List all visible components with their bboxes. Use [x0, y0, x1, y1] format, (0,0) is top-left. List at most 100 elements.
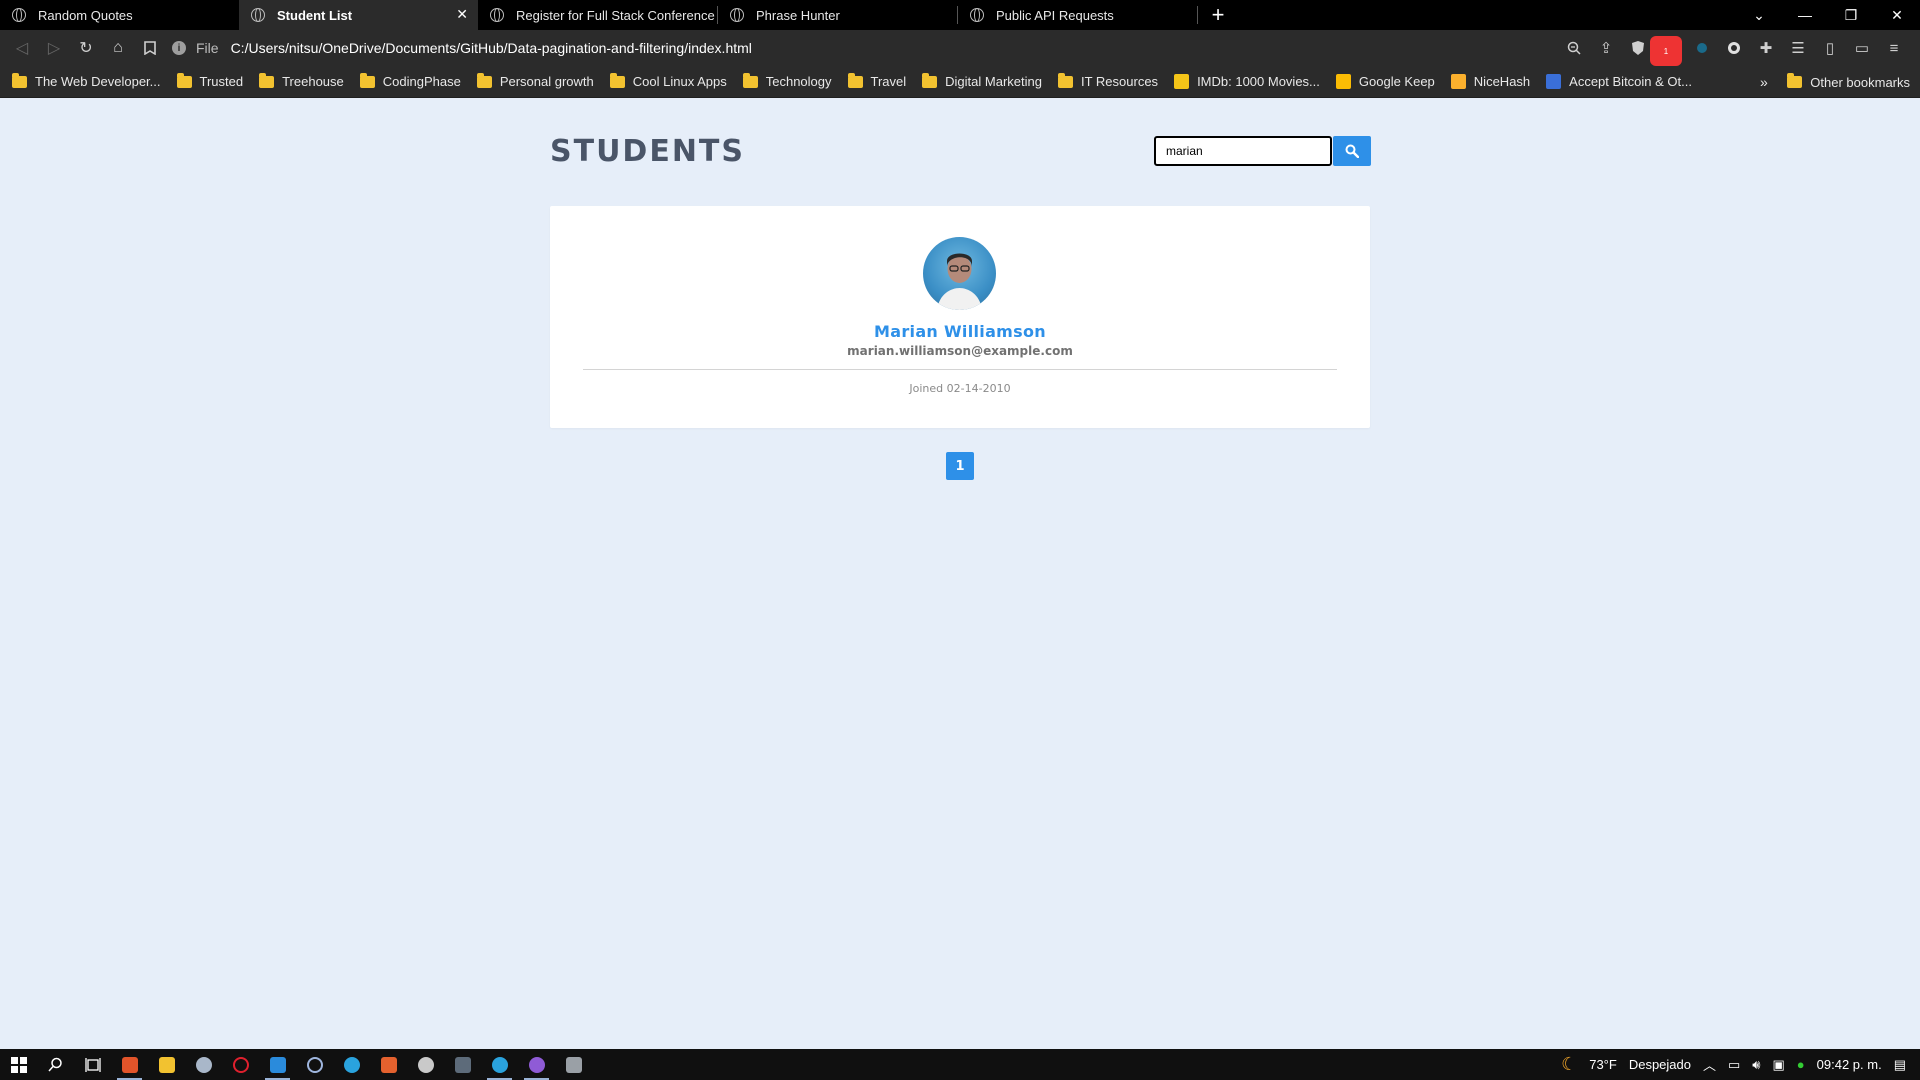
- tab-public-api[interactable]: Public API Requests: [958, 0, 1197, 30]
- weather-text[interactable]: Despejado: [1629, 1057, 1691, 1072]
- bookmark-label: Digital Marketing: [945, 74, 1042, 89]
- volume-icon[interactable]: 🔊︎: [1752, 1057, 1760, 1073]
- app-tray-icon[interactable]: ●: [1797, 1057, 1805, 1072]
- bookmark-web-developer[interactable]: The Web Developer...: [12, 72, 161, 89]
- extension-vpn-icon[interactable]: [1686, 33, 1718, 63]
- bookmark-label: Treehouse: [282, 74, 344, 89]
- clock[interactable]: 09:42 p. m.: [1817, 1057, 1882, 1072]
- bookmark-label: Cool Linux Apps: [632, 74, 727, 89]
- alert-badge: 1: [1650, 36, 1682, 66]
- windows-start-icon[interactable]: [0, 1049, 37, 1080]
- tab-title: Public API Requests: [996, 7, 1114, 23]
- zoom-icon[interactable]: [1558, 33, 1590, 63]
- bookmark-label: Travel: [870, 74, 907, 89]
- search-input[interactable]: [1154, 136, 1332, 166]
- weather-temp[interactable]: 73°F: [1589, 1057, 1617, 1072]
- app-blocked-icon[interactable]: [296, 1049, 333, 1080]
- bookmark-cool-linux-apps[interactable]: Cool Linux Apps: [609, 72, 727, 89]
- bookmark-it-resources[interactable]: IT Resources: [1057, 72, 1159, 89]
- folder-icon: [259, 72, 275, 88]
- bookmark-label: Google Keep: [1358, 74, 1435, 89]
- bookmark-technology[interactable]: Technology: [742, 72, 832, 89]
- bookmark-label: Trusted: [199, 74, 244, 89]
- student-card: Marian Williamson marian.williamson@exam…: [550, 206, 1370, 428]
- bookmark-accept-bitcoin[interactable]: Accept Bitcoin & Ot...: [1546, 74, 1692, 89]
- bookmark-nicehash[interactable]: NiceHash: [1450, 74, 1530, 89]
- chevron-up-icon[interactable]: ︿: [1703, 1055, 1716, 1074]
- new-tab-button[interactable]: +: [1198, 0, 1238, 30]
- folder-icon: [1787, 73, 1803, 88]
- reading-list-icon[interactable]: ☰: [1782, 33, 1814, 63]
- bookmark-label: IMDb: 1000 Movies...: [1197, 74, 1320, 89]
- globe-icon: [490, 8, 504, 22]
- notifications-icon[interactable]: ▤: [1894, 1057, 1906, 1073]
- calculator-icon[interactable]: [444, 1049, 481, 1080]
- tab-random-quotes[interactable]: Random Quotes: [0, 0, 239, 30]
- app-shield-icon[interactable]: [407, 1049, 444, 1080]
- back-icon[interactable]: ◁: [6, 32, 38, 64]
- reload-icon[interactable]: ↻: [70, 32, 102, 64]
- bookmark-google-keep[interactable]: Google Keep: [1335, 74, 1435, 89]
- bookmark-digital-marketing[interactable]: Digital Marketing: [922, 72, 1042, 89]
- close-tab-icon[interactable]: ✕: [456, 6, 468, 23]
- restore-icon[interactable]: ❐: [1828, 0, 1874, 30]
- minimize-icon[interactable]: —: [1782, 0, 1828, 30]
- more-bookmarks-icon[interactable]: »: [1760, 66, 1768, 98]
- bookmarks-bar: The Web Developer... Trusted Treehouse C…: [0, 66, 1920, 98]
- extensions-puzzle-icon[interactable]: ✚: [1750, 33, 1782, 63]
- folder-icon: [176, 72, 192, 88]
- bookmark-codingphase[interactable]: CodingPhase: [359, 72, 461, 89]
- github-icon[interactable]: [518, 1049, 555, 1080]
- tab-student-list[interactable]: Student List ✕: [239, 0, 478, 30]
- battery-icon[interactable]: ▭: [1728, 1057, 1740, 1073]
- tab-title: Student List: [277, 7, 353, 23]
- close-window-icon[interactable]: ✕: [1874, 0, 1920, 30]
- other-bookmarks[interactable]: Other bookmarks: [1787, 66, 1910, 98]
- task-view-icon[interactable]: [74, 1049, 111, 1080]
- tab-title: Register for Full Stack Conference: [516, 7, 715, 23]
- info-icon[interactable]: i: [172, 41, 186, 55]
- system-tray: ☾ 73°F Despejado ︿ ▭ 🔊︎ ▣ ● 09:42 p. m. …: [1555, 1049, 1920, 1080]
- forward-icon[interactable]: ▷: [38, 32, 70, 64]
- bookmark-label: IT Resources: [1080, 74, 1159, 89]
- pagination-button-1[interactable]: 1: [946, 452, 974, 480]
- bookmark-personal-growth[interactable]: Personal growth: [476, 72, 594, 89]
- bookmark-label: CodingPhase: [382, 74, 461, 89]
- telegram-icon[interactable]: [333, 1049, 370, 1080]
- home-icon[interactable]: ⌂: [102, 32, 134, 64]
- folder-icon: [1057, 72, 1073, 88]
- app-orange-icon[interactable]: [370, 1049, 407, 1080]
- folder-icon: [847, 72, 863, 88]
- menu-icon[interactable]: ≡: [1878, 33, 1910, 63]
- vscode-icon[interactable]: [259, 1049, 296, 1080]
- search-icon[interactable]: [37, 1049, 74, 1080]
- app-paint-icon[interactable]: [185, 1049, 222, 1080]
- app-snip-icon[interactable]: [555, 1049, 592, 1080]
- extension-circle-icon[interactable]: [1718, 33, 1750, 63]
- bookmark-label: Personal growth: [499, 74, 594, 89]
- bookmark-treehouse[interactable]: Treehouse: [259, 72, 344, 89]
- file-explorer-icon[interactable]: [148, 1049, 185, 1080]
- bookmark-travel[interactable]: Travel: [847, 72, 907, 89]
- tab-search-icon[interactable]: ⌄: [1736, 0, 1782, 30]
- tab-register-conference[interactable]: Register for Full Stack Conference: [478, 0, 717, 30]
- brave-browser-icon[interactable]: [111, 1049, 148, 1080]
- sidebar-icon[interactable]: ▯: [1814, 33, 1846, 63]
- bookmark-icon[interactable]: [134, 32, 166, 64]
- student-name: Marian Williamson: [874, 322, 1046, 341]
- share-icon[interactable]: ⇪: [1590, 33, 1622, 63]
- brave-rewards-icon[interactable]: 1: [1650, 33, 1686, 66]
- weather-moon-icon[interactable]: ☾: [1561, 1054, 1577, 1075]
- network-icon[interactable]: ▣: [1773, 1057, 1785, 1073]
- opera-icon[interactable]: [222, 1049, 259, 1080]
- imdb-icon: [1174, 74, 1190, 89]
- telegram-active-icon[interactable]: [481, 1049, 518, 1080]
- wallet-icon[interactable]: ▭: [1846, 33, 1878, 63]
- tab-phrase-hunter[interactable]: Phrase Hunter: [718, 0, 957, 30]
- bookmark-trusted[interactable]: Trusted: [176, 72, 244, 89]
- search-button[interactable]: [1333, 136, 1371, 166]
- globe-icon: [730, 8, 744, 22]
- bookmark-label: Accept Bitcoin & Ot...: [1569, 74, 1692, 89]
- address-bar[interactable]: i File C:/Users/nitsu/OneDrive/Documents…: [172, 33, 1542, 63]
- bookmark-imdb[interactable]: IMDb: 1000 Movies...: [1174, 74, 1320, 89]
